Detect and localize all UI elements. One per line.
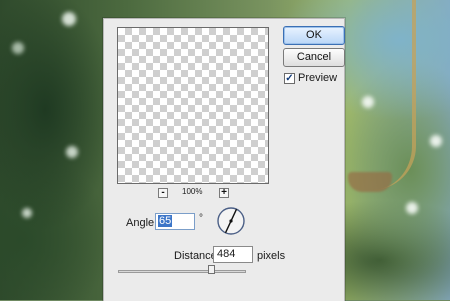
distance-unit: pixels [257, 250, 286, 262]
distance-slider[interactable] [118, 270, 246, 273]
bokeh-light [62, 12, 76, 26]
basket [348, 172, 392, 192]
distance-slider-thumb[interactable] [208, 265, 215, 274]
ok-button[interactable]: OK [283, 26, 345, 45]
cancel-button[interactable]: Cancel [283, 48, 345, 67]
zoom-out-button[interactable]: - [158, 188, 168, 198]
zoom-in-button[interactable]: + [219, 188, 229, 198]
preview-checkbox[interactable]: ✓ [284, 72, 295, 84]
degree-symbol: ° [199, 213, 203, 224]
bokeh-light [430, 135, 442, 147]
angle-dial-icon[interactable] [216, 206, 246, 236]
preview-canvas[interactable] [117, 27, 269, 184]
bokeh-light [22, 208, 32, 218]
preview-label: Preview [298, 72, 338, 84]
angle-label: Angle: [126, 217, 158, 229]
bokeh-light [406, 202, 418, 214]
bokeh-light [66, 146, 78, 158]
angle-value: 65 [158, 215, 173, 227]
angle-input[interactable]: 65 [155, 213, 195, 230]
zoom-level: 100% [182, 187, 203, 196]
preview-toggle[interactable]: ✓ Preview [284, 72, 337, 84]
bokeh-light [12, 42, 24, 54]
rope [372, 0, 416, 190]
distance-input[interactable]: 484 [213, 246, 253, 263]
